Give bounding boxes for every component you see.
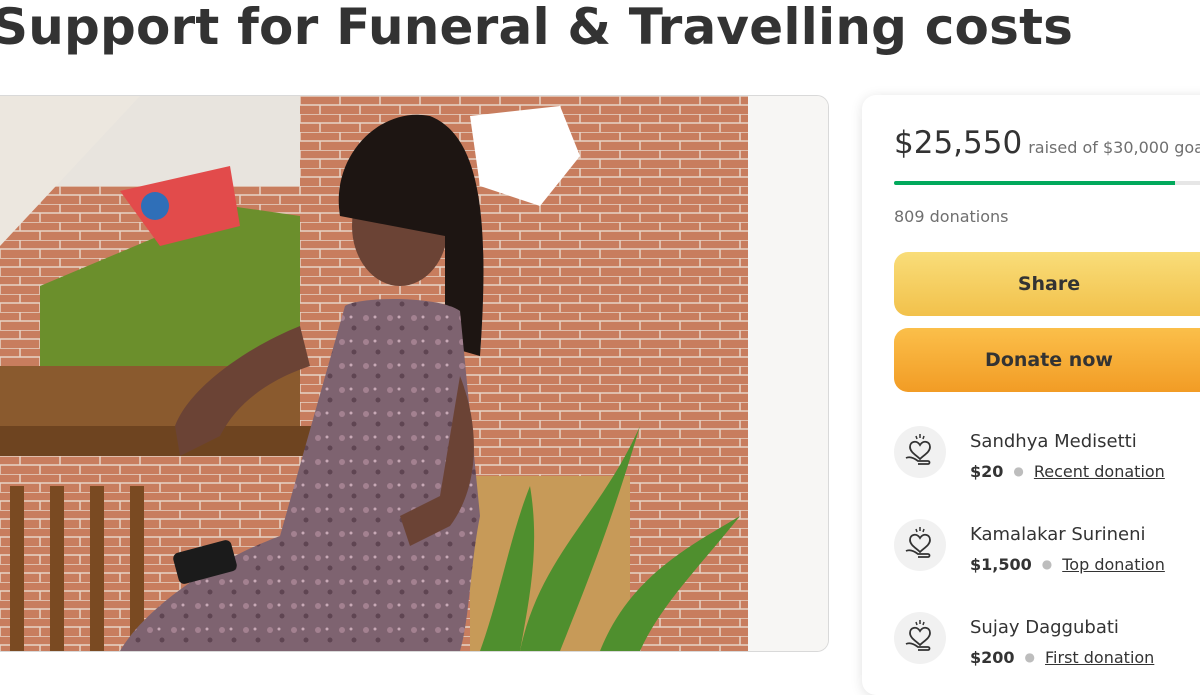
heart-hand-icon	[894, 519, 946, 571]
heart-hand-icon	[894, 612, 946, 664]
progress-bar-fill	[894, 181, 1175, 185]
donor-name: Sujay Daggubati	[970, 617, 1119, 638]
donor-name: Kamalakar Surineni	[970, 524, 1146, 545]
separator-dot: ●	[1041, 557, 1053, 571]
donation-tag-link[interactable]: First donation	[1045, 648, 1154, 667]
separator-dot: ●	[1024, 650, 1036, 664]
donation-item: Sujay Daggubati $200 ● First donation	[894, 612, 1200, 672]
donation-meta: $20 ● Recent donation	[970, 462, 1165, 481]
share-button-label: Share	[1017, 273, 1081, 295]
donation-item: Sandhya Medisetti $20 ● Recent donation	[894, 426, 1200, 486]
donation-amount: $20	[970, 462, 1004, 481]
donor-name: Sandhya Medisetti	[970, 431, 1137, 452]
donation-item: Kamalakar Surineni $1,500 ● Top donation	[894, 519, 1200, 579]
donation-tag-link[interactable]: Recent donation	[1034, 462, 1165, 481]
campaign-photo-illustration	[0, 96, 828, 651]
donation-card: $25,550 raised of $30,000 goal 809 donati…	[862, 95, 1200, 695]
heart-hand-icon	[894, 426, 946, 478]
campaign-photo[interactable]	[0, 95, 829, 652]
goal-text: raised of $30,000 goal	[1028, 138, 1200, 157]
donate-now-button[interactable]: Donate now	[894, 328, 1200, 392]
donate-now-button-label: Donate now	[985, 349, 1113, 371]
donations-count: 809 donations	[894, 207, 1009, 226]
donation-meta: $1,500 ● Top donation	[970, 555, 1165, 574]
donation-meta: $200 ● First donation	[970, 648, 1154, 667]
donation-amount: $1,500	[970, 555, 1032, 574]
donation-amount: $200	[970, 648, 1015, 667]
page-title: Support for Funeral & Travelling costs	[0, 0, 1074, 56]
donation-tag-link[interactable]: Top donation	[1062, 555, 1165, 574]
raised-amount: $25,550	[894, 125, 1023, 161]
amount-raised: $25,550 raised of $30,000 goal	[894, 125, 1200, 161]
share-button[interactable]: Share	[894, 252, 1200, 316]
separator-dot: ●	[1013, 464, 1024, 478]
progress-bar	[894, 181, 1200, 185]
